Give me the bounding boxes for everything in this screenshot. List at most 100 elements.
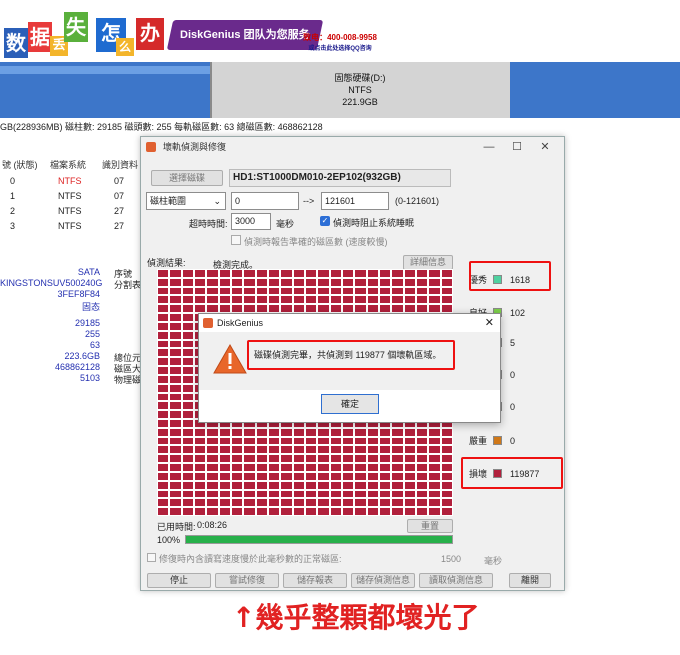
- sector-block: [207, 428, 218, 436]
- sector-block: [231, 296, 243, 304]
- sector-block: [256, 508, 267, 515]
- sector-block: [342, 481, 354, 489]
- sector-block: [404, 437, 415, 445]
- message-title: DiskGenius: [217, 318, 264, 328]
- sector-block: [330, 287, 341, 295]
- range-select[interactable]: 磁柱範圍 ⌄: [146, 192, 226, 210]
- partition-map[interactable]: 固態硬碟(D:) NTFS 221.9GB: [0, 62, 680, 118]
- save-report-button[interactable]: 儲存報表: [283, 573, 347, 588]
- sector-block: [404, 455, 415, 463]
- try-repair-button[interactable]: 嘗試修復: [215, 573, 279, 588]
- sector-block: [429, 278, 440, 286]
- sector-block: [342, 278, 354, 286]
- sector-block: [379, 437, 391, 445]
- ad-banner[interactable]: 数 据 丢 失 怎 么 办 DiskGenius 团队为您服务 致电：400-0…: [0, 0, 680, 62]
- sector-block: [355, 305, 366, 313]
- sleep-checkbox[interactable]: ✓: [320, 216, 330, 226]
- sector-block: [182, 375, 193, 383]
- info-value: SATA: [77, 267, 100, 277]
- row-fs: NTFS: [58, 221, 82, 231]
- sector-block: [268, 278, 280, 286]
- exit-button[interactable]: 離開: [509, 573, 551, 588]
- timeout-unit: 毫秒: [276, 219, 295, 229]
- maximize-icon[interactable]: ☐: [509, 139, 525, 155]
- range-from-input[interactable]: 0: [231, 192, 299, 210]
- sector-block: [170, 322, 181, 330]
- sector-block: [318, 270, 329, 277]
- sector-block: [231, 508, 243, 515]
- sector-block: [305, 305, 317, 313]
- info-value: 固态: [81, 302, 100, 312]
- sector-block: [256, 296, 267, 304]
- sector-block: [379, 464, 391, 471]
- stop-button[interactable]: 停止: [147, 573, 211, 588]
- sector-block: [158, 358, 169, 366]
- sector-block: [158, 499, 169, 507]
- repair-checkbox[interactable]: [147, 553, 156, 562]
- sector-block: [281, 508, 292, 515]
- row-id: 07: [114, 191, 125, 201]
- chevron-down-icon: ⌄: [213, 196, 221, 206]
- sector-block: [441, 455, 452, 463]
- row-fs: NTFS: [58, 176, 82, 186]
- sector-block: [182, 499, 193, 507]
- sector-block: [268, 296, 280, 304]
- sector-block: [305, 278, 317, 286]
- reset-button[interactable]: 重置: [407, 519, 453, 533]
- sector-block: [244, 490, 255, 498]
- sector-block: [441, 490, 452, 498]
- sector-block: [194, 270, 206, 277]
- detail-button[interactable]: 詳細信息: [403, 255, 453, 270]
- sector-block: [182, 446, 193, 454]
- disk-name-field: HD1:ST1000DM010-2EP102(932GB): [229, 169, 451, 187]
- range-to-input[interactable]: 121601: [321, 192, 389, 210]
- sector-block: [293, 270, 304, 277]
- sector-block: [244, 278, 255, 286]
- sector-block: [293, 499, 304, 507]
- sector-block: [158, 367, 169, 374]
- sector-block: [429, 464, 440, 471]
- timeout-input[interactable]: 3000: [231, 213, 271, 230]
- report-checkbox[interactable]: [231, 235, 241, 245]
- sector-block: [231, 270, 243, 277]
- sector-block: [281, 278, 292, 286]
- minimize-icon[interactable]: —: [481, 139, 497, 155]
- sector-block: [268, 455, 280, 463]
- row-index: 2: [10, 206, 16, 216]
- partition-fs: NTFS: [348, 85, 372, 95]
- sector-block: [305, 287, 317, 295]
- sector-block: [268, 481, 280, 489]
- message-titlebar[interactable]: DiskGenius ✕: [199, 314, 500, 332]
- sector-block: [281, 446, 292, 454]
- save-scan-button[interactable]: 儲存偵測信息: [351, 573, 415, 588]
- sector-block: [293, 508, 304, 515]
- sector-block: [182, 305, 193, 313]
- load-scan-button[interactable]: 讀取偵測信息: [419, 573, 493, 588]
- sector-block: [355, 437, 366, 445]
- sector-block: [404, 428, 415, 436]
- sector-block: [392, 446, 403, 454]
- sector-block: [404, 305, 415, 313]
- sector-block: [244, 464, 255, 471]
- dialog-titlebar[interactable]: 壞軌偵測與修復 — ☐ ✕: [141, 137, 564, 157]
- sector-block: [318, 305, 329, 313]
- sector-block: [219, 490, 230, 498]
- sector-block: [231, 446, 243, 454]
- close-icon[interactable]: ✕: [537, 139, 553, 155]
- banner-hotline: 致电：400-008-9958 或点击此处选择QQ咨询: [290, 32, 390, 52]
- ok-button[interactable]: 確定: [321, 394, 379, 414]
- sector-block: [318, 278, 329, 286]
- sector-block: [182, 411, 193, 418]
- row-fs: NTFS: [58, 206, 82, 216]
- select-disk-button[interactable]: 選擇磁碟: [151, 170, 223, 186]
- repair-note: 修復時內含讀寫速度慢於此毫秒數的正常磁區:: [159, 554, 342, 564]
- sector-block: [305, 508, 317, 515]
- sector-block: [158, 446, 169, 454]
- sector-block: [158, 481, 169, 489]
- close-icon[interactable]: ✕: [485, 314, 494, 332]
- sector-block: [207, 270, 218, 277]
- sector-block: [293, 305, 304, 313]
- sector-block: [429, 472, 440, 480]
- sector-block: [355, 278, 366, 286]
- sector-block: [416, 305, 428, 313]
